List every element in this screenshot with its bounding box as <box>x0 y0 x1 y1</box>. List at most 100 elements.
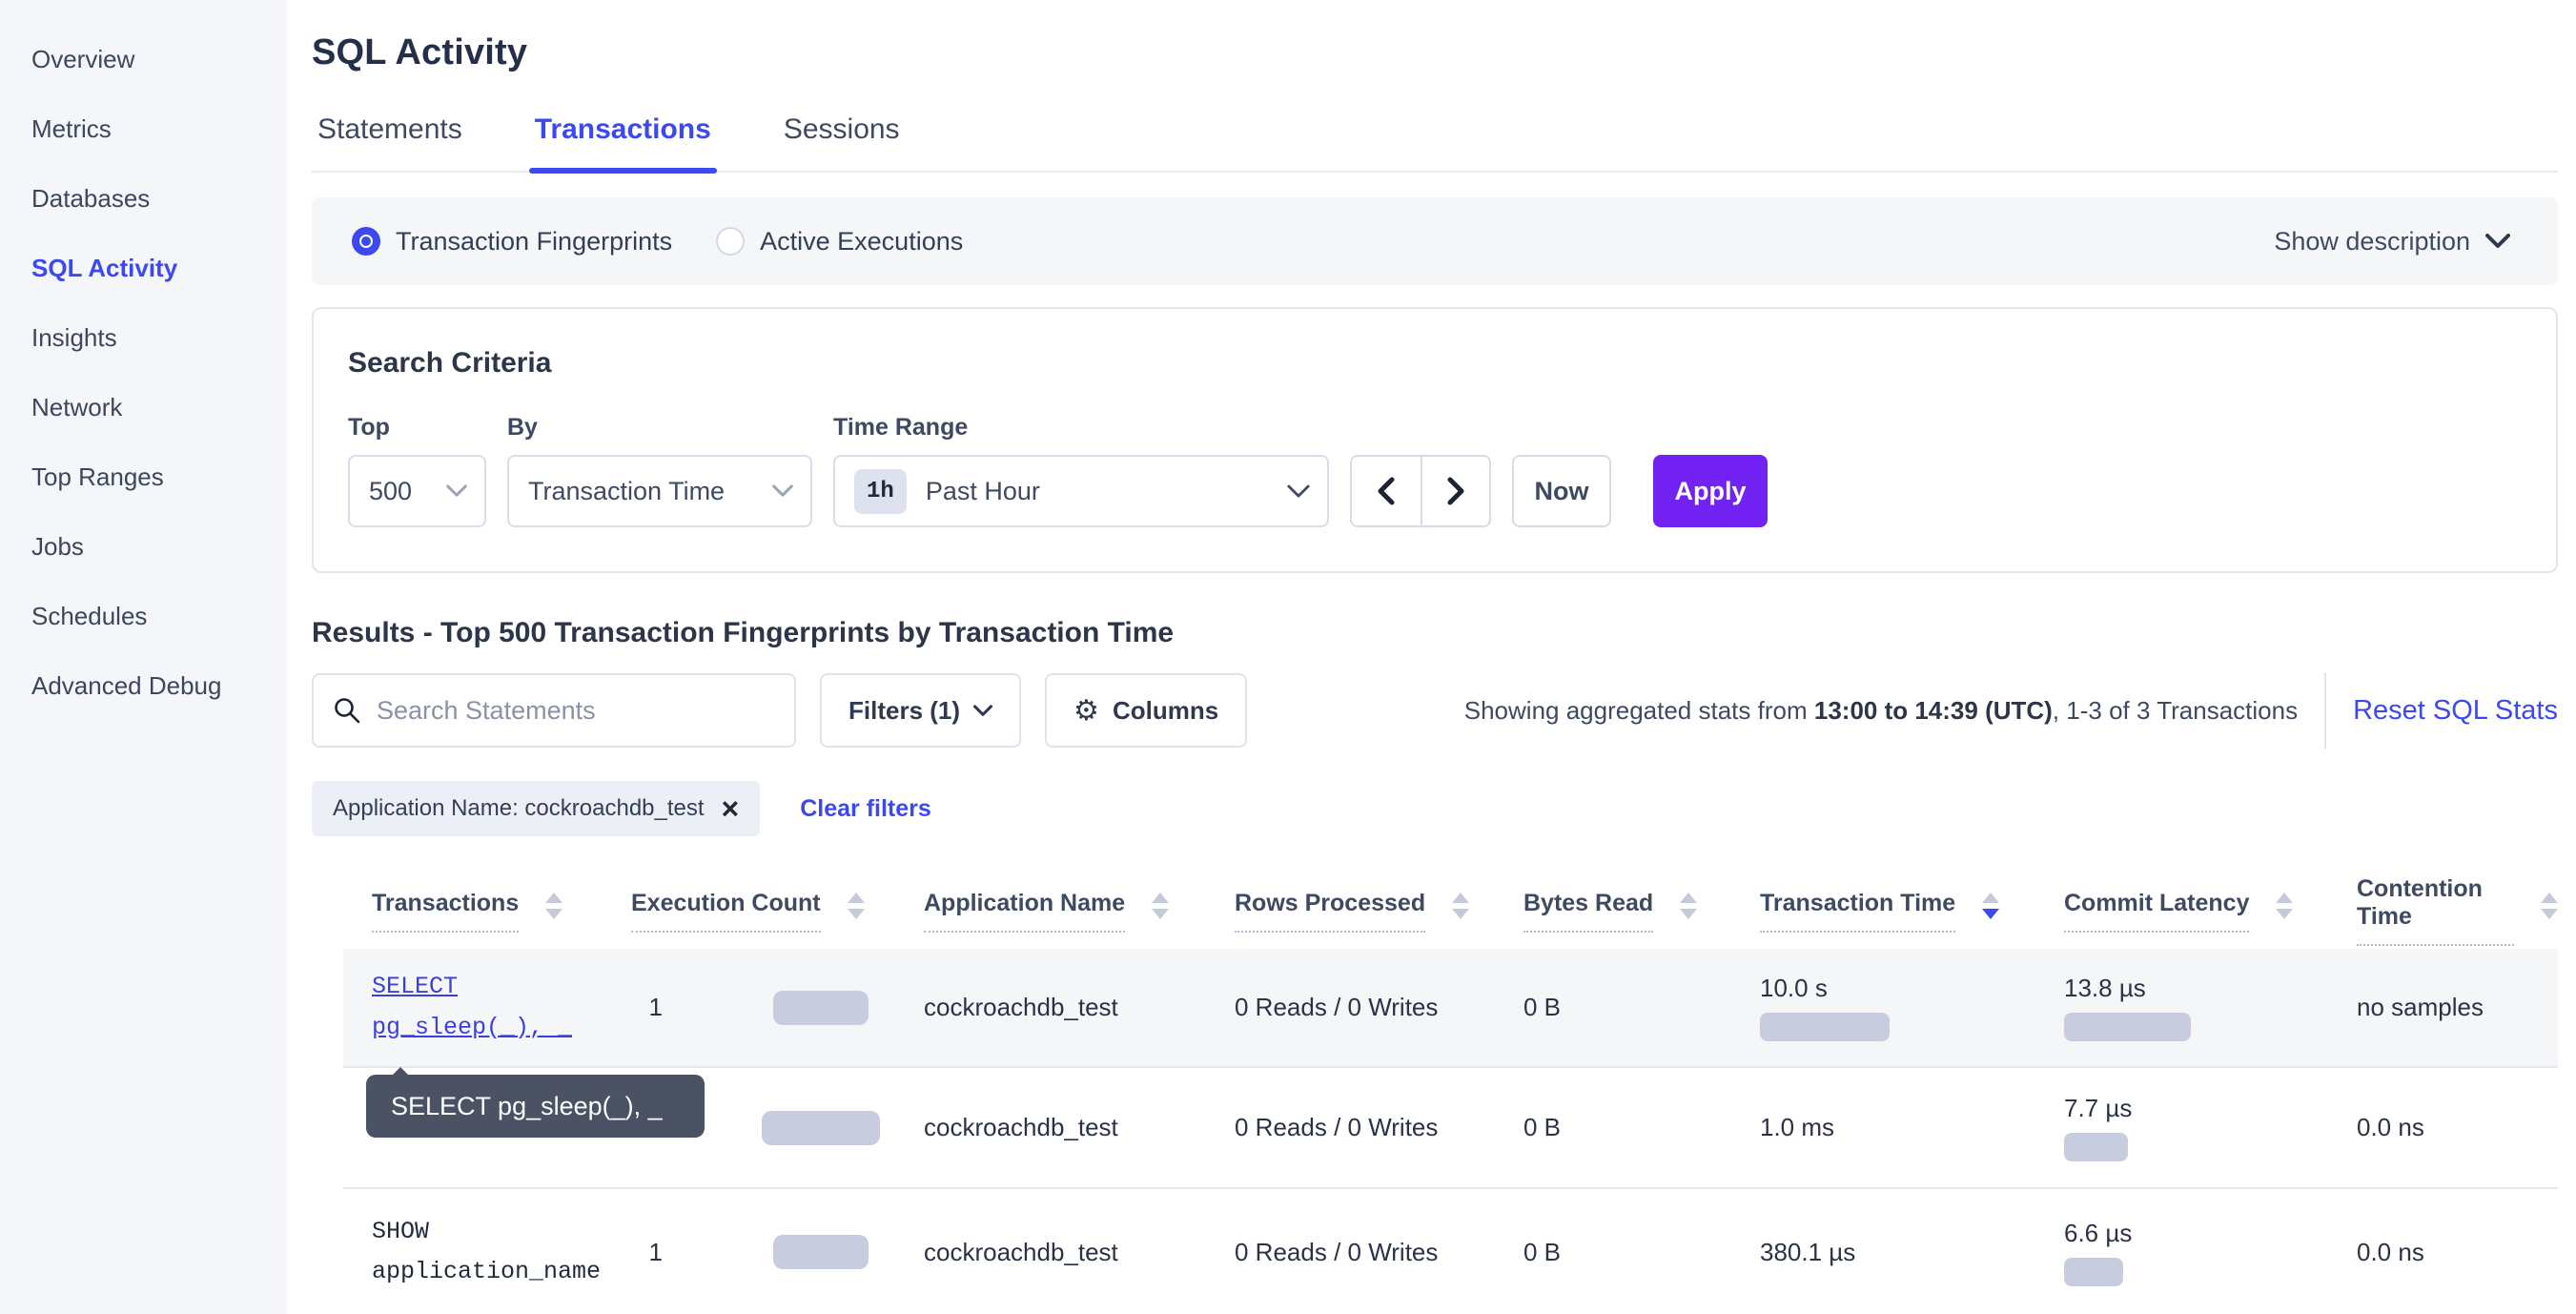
top-field: Top 500 <box>348 414 486 527</box>
transaction-fingerprint-link[interactable]: SELECT pg_sleep(_), _ <box>372 967 593 1048</box>
column-header-commit-latency[interactable]: Commit Latency <box>2035 890 2328 933</box>
commit-latency-bar <box>2064 1013 2191 1041</box>
gear-icon: ⚙ <box>1073 694 1099 728</box>
transaction-time-value: 1.0 ms <box>1760 1113 2026 1142</box>
search-icon <box>333 696 361 725</box>
tab-transactions[interactable]: Transactions <box>529 113 717 171</box>
results-heading: Results - Top 500 Transaction Fingerprin… <box>312 617 2558 649</box>
sidebar-item-network[interactable]: Network <box>0 373 287 442</box>
chevron-right-icon <box>1445 477 1466 505</box>
sidebar-item-databases[interactable]: Databases <box>0 164 287 234</box>
commit-latency-value: 7.7 µs <box>2064 1094 2319 1123</box>
column-header-label: Rows Processed <box>1235 890 1425 933</box>
transaction-fingerprint-text: SHOW application_name <box>372 1212 593 1293</box>
time-nav-group <box>1350 455 1491 527</box>
sidebar-item-top-ranges[interactable]: Top Ranges <box>0 442 287 512</box>
radio-option-transaction-fingerprints[interactable]: Transaction Fingerprints <box>352 227 672 257</box>
sidebar-item-advanced-debug[interactable]: Advanced Debug <box>0 651 287 721</box>
apply-button[interactable]: Apply <box>1653 455 1768 527</box>
sort-arrows-icon <box>1152 893 1169 919</box>
radio-option-active-executions[interactable]: Active Executions <box>716 227 963 257</box>
by-label: By <box>507 414 812 441</box>
contention-time-cell: 0.0 ns <box>2328 1189 2558 1314</box>
column-header-application-name[interactable]: Application Name <box>895 890 1206 933</box>
column-header-label: Contention Time <box>2357 875 2514 946</box>
sort-arrows-icon <box>848 893 865 919</box>
filter-chip: Application Name: cockroachdb_test × <box>312 781 760 836</box>
show-description-toggle[interactable]: Show description <box>2274 227 2510 257</box>
transactions-table: Transactions Execution CountApplication N… <box>343 873 2558 1314</box>
bytes-read-cell: 0 B <box>1495 1189 1731 1314</box>
show-description-label: Show description <box>2274 227 2470 257</box>
time-range-select[interactable]: 1h Past Hour <box>833 455 1329 527</box>
view-mode-radio-group: Transaction Fingerprints Active Execution… <box>352 227 1007 257</box>
transaction-tooltip: SELECT pg_sleep(_), _ <box>366 1075 705 1138</box>
sort-arrows-icon <box>1982 893 1999 919</box>
column-header-label: Transactions <box>372 890 519 933</box>
column-header-label: Bytes Read <box>1523 890 1653 933</box>
search-input[interactable] <box>377 696 775 726</box>
next-time-button[interactable] <box>1421 457 1489 525</box>
execution-count-cell: 1 <box>603 1189 895 1314</box>
application-name-cell: cockroachdb_test <box>895 949 1206 1066</box>
rows-processed-cell: 0 Reads / 0 Writes <box>1206 1189 1495 1314</box>
column-header-transaction-time[interactable]: Transaction Time <box>1731 890 2035 933</box>
top-select[interactable]: 500 <box>348 455 486 527</box>
execution-count-cell: 1 <box>603 949 895 1066</box>
radio-circle-icon <box>716 227 745 256</box>
sort-arrows-icon <box>2541 893 2558 919</box>
column-header-rows-processed[interactable]: Rows Processed <box>1206 890 1495 933</box>
radio-label: Active Executions <box>760 227 963 257</box>
sidebar-item-overview[interactable]: Overview <box>0 25 287 94</box>
sidebar-item-metrics[interactable]: Metrics <box>0 94 287 164</box>
page-title: SQL Activity <box>312 32 2558 73</box>
commit-latency-bar <box>2064 1133 2128 1161</box>
column-header-contention-time[interactable]: Contention Time <box>2328 875 2558 946</box>
tab-sessions[interactable]: Sessions <box>778 113 906 171</box>
contention-time-cell: no samples <box>2328 949 2558 1066</box>
transaction-time-cell: 10.0 s <box>1731 949 2035 1066</box>
column-header-transactions[interactable]: Transactions <box>343 890 603 933</box>
previous-time-button[interactable] <box>1352 457 1421 525</box>
transaction-cell: SHOW application_name <box>343 1189 603 1314</box>
sidebar-item-jobs[interactable]: Jobs <box>0 512 287 582</box>
commit-latency-cell: 6.6 µs <box>2035 1189 2328 1314</box>
remove-filter-icon[interactable]: × <box>722 793 740 824</box>
top-label: Top <box>348 414 486 441</box>
sidebar-item-insights[interactable]: Insights <box>0 303 287 373</box>
execution-count-bar <box>773 1235 869 1269</box>
clear-filters-link[interactable]: Clear filters <box>800 795 931 823</box>
chevron-down-icon <box>2485 234 2510 249</box>
time-range-label: Time Range <box>833 414 1329 441</box>
column-header-execution-count[interactable]: Execution Count <box>603 890 895 933</box>
by-select[interactable]: Transaction Time <box>507 455 812 527</box>
radio-circle-icon <box>352 227 380 256</box>
table-header-row: Transactions Execution CountApplication N… <box>343 873 2558 949</box>
tab-statements[interactable]: Statements <box>312 113 468 171</box>
transaction-time-bar <box>1760 1013 1890 1041</box>
column-header-label: Transaction Time <box>1760 890 1955 933</box>
contention-time-cell: 0.0 ns <box>2328 1068 2558 1187</box>
reset-sql-stats-link[interactable]: Reset SQL Stats <box>2353 695 2558 727</box>
column-header-bytes-read[interactable]: Bytes Read <box>1495 890 1731 933</box>
sort-arrows-icon <box>545 893 562 919</box>
table-row: SELECT pg_sleep(_), _1cockroachdb_test 0 … <box>343 949 2558 1068</box>
bytes-read-cell: 0 B <box>1495 949 1731 1066</box>
radio-label: Transaction Fingerprints <box>396 227 672 257</box>
time-range-badge: 1h <box>854 469 907 514</box>
search-criteria-form: Top 500 By Transaction Time Time Range <box>348 414 2522 527</box>
rows-processed-cell: 0 Reads / 0 Writes <box>1206 1068 1495 1187</box>
now-button[interactable]: Now <box>1512 455 1611 527</box>
chevron-down-icon <box>973 705 992 717</box>
sort-arrows-icon <box>1680 893 1697 919</box>
sidebar-item-sql-activity[interactable]: SQL Activity <box>0 234 287 303</box>
sort-arrows-icon <box>2276 893 2293 919</box>
transaction-time-cell: 380.1 µs <box>1731 1189 2035 1314</box>
filters-button[interactable]: Filters (1) <box>820 673 1021 748</box>
sort-arrows-icon <box>1452 893 1469 919</box>
table-row: SHOW application_name1cockroachdb_test0 … <box>343 1189 2558 1314</box>
time-range-field: Time Range 1h Past Hour <box>833 414 1329 527</box>
sidebar-item-schedules[interactable]: Schedules <box>0 582 287 651</box>
columns-button[interactable]: ⚙ Columns <box>1045 673 1247 748</box>
sidebar: OverviewMetricsDatabasesSQL ActivityInsi… <box>0 0 287 1314</box>
